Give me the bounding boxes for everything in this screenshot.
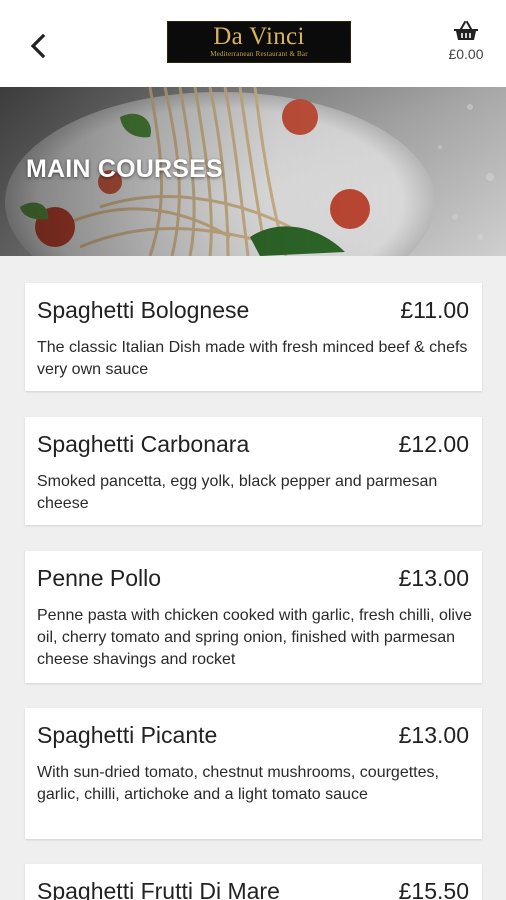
menu-item-card[interactable]: Spaghetti Frutti Di Mare £15.50 (25, 864, 482, 900)
menu-item-name: Spaghetti Picante (37, 722, 218, 748)
top-bar: Da Vinci Mediterranean Restaurant & Bar … (0, 0, 506, 87)
category-title: MAIN COURSES (26, 155, 223, 183)
menu-item-description: With sun-dried tomato, chestnut mushroom… (37, 764, 439, 803)
menu-item-name: Spaghetti Frutti Di Mare (37, 878, 280, 900)
menu-item-price: £13.00 (398, 565, 469, 591)
chevron-left-icon (30, 33, 46, 59)
menu-item-card[interactable]: Penne Pollo £13.00 Penne pasta with chic… (25, 551, 482, 683)
cart-total: £0.00 (448, 46, 484, 62)
category-banner: MAIN COURSES (0, 87, 506, 256)
menu-item-name: Spaghetti Bolognese (37, 297, 250, 323)
menu-item-list: Spaghetti Bolognese £11.00 The classic I… (0, 256, 506, 900)
menu-item-price: £12.00 (398, 431, 469, 457)
menu-item-description: Penne pasta with chicken cooked with gar… (37, 607, 472, 668)
menu-item-description: Smoked pancetta, egg yolk, black pepper … (37, 473, 438, 512)
cart-button[interactable]: £0.00 (442, 20, 490, 68)
menu-item-price: £11.00 (400, 297, 469, 323)
menu-item-card[interactable]: Spaghetti Bolognese £11.00 The classic I… (25, 283, 482, 391)
menu-item-name: Penne Pollo (37, 565, 162, 591)
menu-item-price: £13.00 (398, 722, 469, 748)
menu-item-card[interactable]: Spaghetti Carbonara £12.00 Smoked pancet… (25, 417, 482, 525)
logo-name: Da Vinci (213, 23, 305, 50)
menu-item-card[interactable]: Spaghetti Picante £13.00 With sun-dried … (25, 708, 482, 839)
menu-item-price: £15.50 (398, 878, 469, 900)
logo-tagline: Mediterranean Restaurant & Bar (210, 50, 308, 58)
back-button[interactable] (24, 30, 52, 62)
menu-item-name: Spaghetti Carbonara (37, 431, 250, 457)
restaurant-logo[interactable]: Da Vinci Mediterranean Restaurant & Bar (167, 21, 351, 63)
menu-item-description: The classic Italian Dish made with fresh… (37, 339, 468, 378)
basket-icon (454, 21, 478, 40)
app-root: Da Vinci Mediterranean Restaurant & Bar … (0, 0, 506, 900)
